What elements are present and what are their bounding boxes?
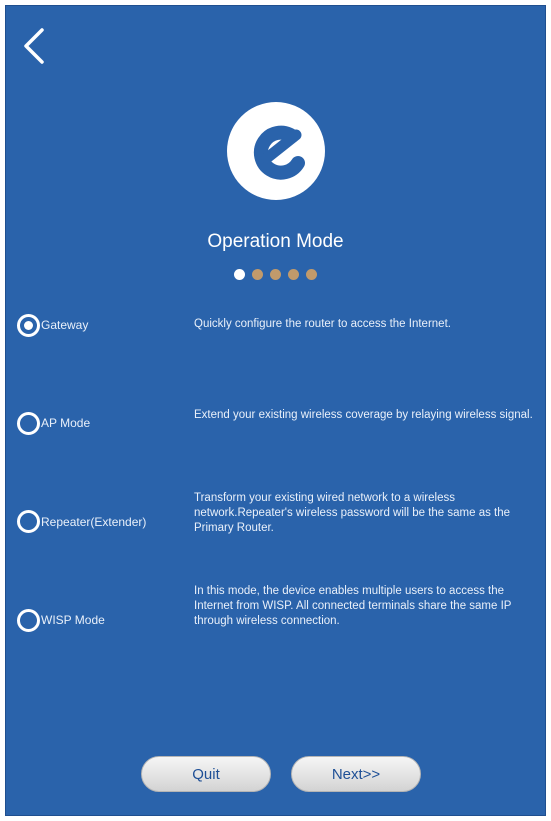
app-screen: Operation Mode Gateway Quickly configure… xyxy=(5,5,546,816)
mode-label: Repeater(Extender) xyxy=(41,515,147,529)
step-dot-1 xyxy=(234,269,245,280)
mode-description: In this mode, the device enables multipl… xyxy=(194,585,512,627)
mode-option-ap[interactable]: AP Mode Extend your existing wireless co… xyxy=(6,401,545,451)
radio-button-ap[interactable] xyxy=(17,412,40,435)
step-dot-5 xyxy=(306,269,317,280)
radio-button-wisp[interactable] xyxy=(17,609,40,632)
radio-button-repeater[interactable] xyxy=(17,510,40,533)
mode-description: Extend your existing wireless coverage b… xyxy=(194,409,533,421)
chevron-left-icon xyxy=(24,28,44,64)
radio-button-gateway[interactable] xyxy=(17,314,40,337)
step-indicator xyxy=(6,269,545,280)
mode-option-wisp[interactable]: WISP Mode In this mode, the device enabl… xyxy=(6,584,545,656)
step-dot-4 xyxy=(288,269,299,280)
page-title: Operation Mode xyxy=(207,231,344,252)
mode-label: WISP Mode xyxy=(41,613,105,627)
mode-option-repeater[interactable]: Repeater(Extender) Transform your existi… xyxy=(6,486,545,551)
step-dot-3 xyxy=(270,269,281,280)
mode-description: Quickly configure the router to access t… xyxy=(194,318,451,330)
mode-description: Transform your existing wired network to… xyxy=(194,492,511,534)
mode-label: AP Mode xyxy=(41,416,91,430)
mode-label: Gateway xyxy=(41,318,89,332)
next-button[interactable]: Next>> xyxy=(291,756,421,792)
mode-option-gateway[interactable]: Gateway Quickly configure the router to … xyxy=(6,306,545,346)
step-dot-2 xyxy=(252,269,263,280)
radio-selected-dot xyxy=(24,321,33,330)
back-button[interactable] xyxy=(14,24,54,68)
brand-logo-icon xyxy=(226,101,326,201)
quit-button[interactable]: Quit xyxy=(141,756,271,792)
